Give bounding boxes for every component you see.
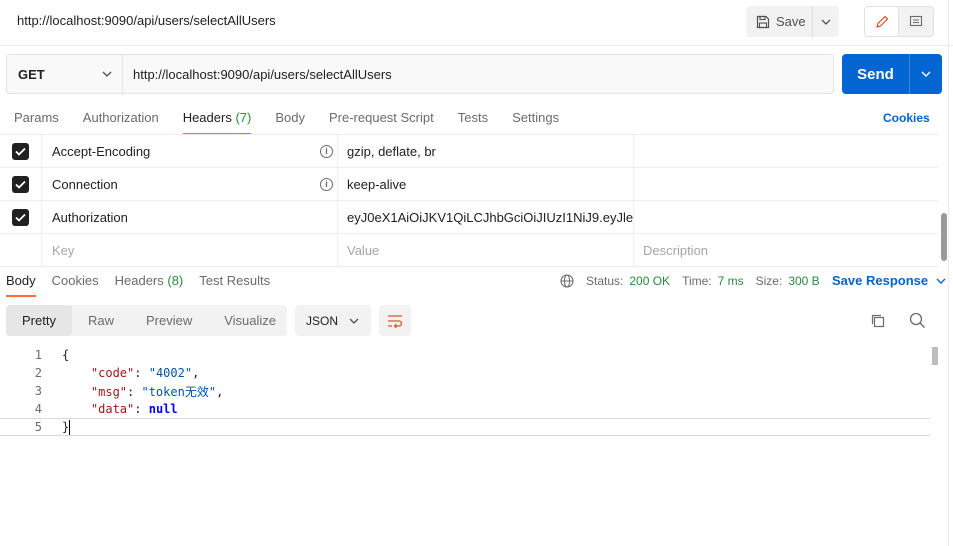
tab-response-headers[interactable]: Headers (8) <box>115 273 184 297</box>
new-header-description-input[interactable]: Description <box>634 234 938 267</box>
check-icon <box>15 147 26 156</box>
url-bar: GET <box>6 54 834 94</box>
new-header-value-input[interactable]: Value <box>338 233 634 267</box>
language-select[interactable]: JSON <box>295 305 371 336</box>
status-value[interactable]: 200 OK <box>629 274 670 288</box>
table-row: Authorization eyJ0eX1AiOiJKV1QiLCJhbGciO… <box>0 200 938 234</box>
header-enabled-checkbox[interactable] <box>12 175 29 193</box>
header-enabled-checkbox[interactable] <box>12 208 29 226</box>
build-mode-button[interactable] <box>865 7 899 36</box>
table-row: Connection i keep-alive <box>0 167 938 201</box>
editor-scrollbar[interactable] <box>932 347 938 365</box>
tab-authorization[interactable]: Authorization <box>83 110 159 134</box>
code-line: 2 "code": "4002", <box>0 364 930 382</box>
save-response-button[interactable]: Save Response <box>832 273 946 288</box>
size-value[interactable]: 300 B <box>788 274 819 288</box>
panel-divider <box>948 0 949 546</box>
response-headers-count: (8) <box>167 273 184 288</box>
info-icon[interactable]: i <box>320 177 333 191</box>
response-meta: Status: 200 OK Time: 7 ms Size: 300 B <box>560 274 820 288</box>
check-icon <box>15 213 26 222</box>
save-button-group: Save <box>746 6 839 37</box>
headers-table: Accept-Encoding i gzip, deflate, br Conne… <box>0 134 938 267</box>
header-description[interactable] <box>634 201 938 234</box>
code-line: 4 "data": null <box>0 400 930 418</box>
tab-response-body[interactable]: Body <box>6 273 36 297</box>
tab-tests[interactable]: Tests <box>458 110 488 134</box>
cookies-link[interactable]: Cookies <box>883 111 930 125</box>
line-number: 1 <box>34 348 42 362</box>
search-icon[interactable] <box>909 312 926 332</box>
header-key[interactable]: Accept-Encoding i <box>42 134 338 168</box>
save-label: Save <box>776 14 806 29</box>
header-key[interactable]: Connection i <box>42 167 338 201</box>
request-title[interactable]: http://localhost:9090/api/users/selectAl… <box>17 13 276 28</box>
line-number: 4 <box>34 402 42 416</box>
save-icon <box>756 15 770 28</box>
method-label: GET <box>18 66 45 82</box>
globe-icon[interactable] <box>560 274 574 288</box>
table-row-new: Key Value Description <box>0 233 938 267</box>
check-icon <box>15 180 26 189</box>
new-header-key-input[interactable]: Key <box>42 233 338 267</box>
header-description[interactable] <box>634 135 938 168</box>
send-button-group: Send <box>842 54 942 94</box>
line-number: 2 <box>34 366 42 380</box>
view-mode-toggle <box>864 6 934 37</box>
headers-scrollbar[interactable] <box>941 213 947 261</box>
line-number: 3 <box>34 384 42 398</box>
chevron-down-icon <box>921 71 931 77</box>
request-tabs: Params Authorization Headers (7) Body Pr… <box>14 110 583 135</box>
chevron-down-icon <box>102 71 112 77</box>
save-options-button[interactable] <box>813 6 839 37</box>
status-label: Status: <box>586 274 624 288</box>
language-label: JSON <box>306 313 339 328</box>
format-preview[interactable]: Preview <box>130 305 208 336</box>
code-line: 1 { <box>0 346 930 364</box>
tab-test-results[interactable]: Test Results <box>199 273 270 297</box>
tab-pre-request-script[interactable]: Pre-request Script <box>329 110 434 134</box>
method-select[interactable]: GET <box>7 55 123 93</box>
send-options-button[interactable] <box>910 54 942 94</box>
wrap-lines-button[interactable] <box>379 305 411 336</box>
tab-params[interactable]: Params <box>14 110 59 134</box>
time-label: Time: <box>682 274 712 288</box>
documentation-mode-button[interactable] <box>899 7 933 36</box>
table-row: Accept-Encoding i gzip, deflate, br <box>0 134 938 168</box>
tab-headers[interactable]: Headers (7) <box>182 110 252 135</box>
text-caret <box>69 419 71 435</box>
wrap-lines-icon <box>388 314 403 328</box>
headers-count: (7) <box>235 110 252 125</box>
header-value[interactable]: gzip, deflate, br <box>338 134 634 168</box>
response-format-tabs: Pretty Raw Preview Visualize <box>6 305 287 336</box>
tab-response-cookies[interactable]: Cookies <box>52 273 99 297</box>
time-value[interactable]: 7 ms <box>718 274 744 288</box>
header-value[interactable]: eyJ0eX1AiOiJKV1QiLCJhbGciOiJIUzI1NiJ9.ey… <box>338 200 634 234</box>
format-raw[interactable]: Raw <box>72 305 130 336</box>
header-enabled-checkbox[interactable] <box>12 142 29 160</box>
response-tabs: Body Cookies Headers (8) Test Results <box>6 273 286 297</box>
format-pretty[interactable]: Pretty <box>6 305 72 336</box>
header-value[interactable]: keep-alive <box>338 167 634 201</box>
header-key[interactable]: Authorization <box>42 200 338 234</box>
chevron-down-icon <box>821 19 831 25</box>
info-icon[interactable]: i <box>320 144 333 158</box>
format-visualize[interactable]: Visualize <box>208 305 292 336</box>
copy-icon[interactable] <box>870 313 886 332</box>
header-description[interactable] <box>634 168 938 201</box>
url-input[interactable] <box>123 55 833 93</box>
size-label: Size: <box>755 274 783 288</box>
chevron-down-icon <box>936 278 946 284</box>
save-button[interactable]: Save <box>746 6 813 37</box>
comment-icon <box>909 15 923 26</box>
send-button[interactable]: Send <box>842 54 910 94</box>
tab-settings[interactable]: Settings <box>512 110 559 134</box>
chevron-down-icon <box>349 318 359 324</box>
tab-body[interactable]: Body <box>275 110 305 134</box>
code-line-current: 5 } <box>0 418 930 436</box>
line-number: 5 <box>34 420 42 434</box>
response-body-editor[interactable]: 1 { 2 "code": "4002", 3 "msg": "token无效"… <box>0 346 930 436</box>
pencil-icon <box>875 15 888 28</box>
code-line: 3 "msg": "token无效", <box>0 382 930 400</box>
